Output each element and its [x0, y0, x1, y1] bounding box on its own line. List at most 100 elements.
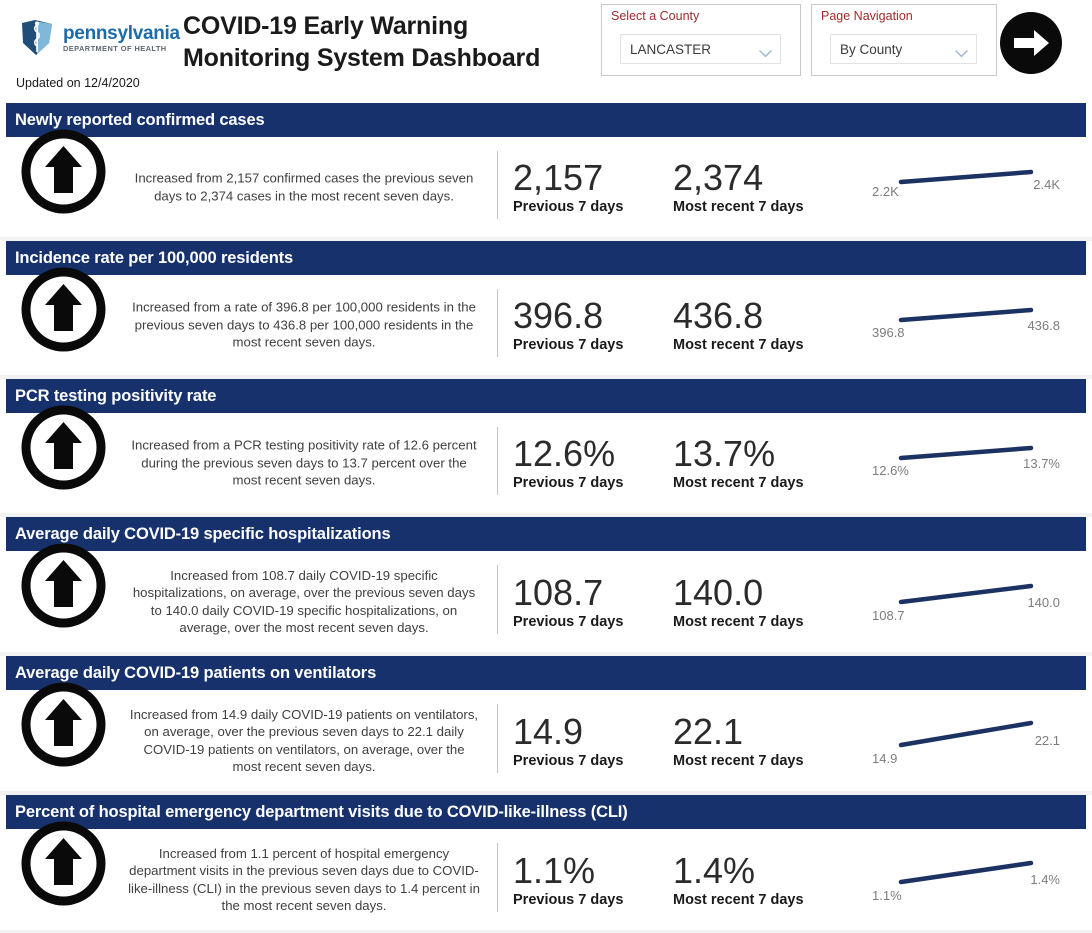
previous-period-stat: 12.6% Previous 7 days [513, 432, 624, 492]
county-select[interactable]: LANCASTER [620, 34, 781, 64]
metric-description: Increased from 1.1 percent of hospital e… [128, 845, 480, 914]
sparkline-end-label: 436.8 [1027, 318, 1060, 333]
metric-card: Percent of hospital emergency department… [0, 795, 1092, 930]
trend-sparkline: 2.2K 2.4K [866, 156, 1066, 218]
recent-period-value: 2,374 [673, 156, 764, 198]
metric-body: Increased from 2,157 confirmed cases the… [0, 129, 1092, 237]
dashboard-header: pennsylvania DEPARTMENT OF HEALTH Update… [0, 0, 1092, 103]
recent-period-value: 140.0 [673, 571, 764, 613]
metric-card: Average daily COVID-19 patients on venti… [0, 656, 1092, 791]
metric-divider [497, 289, 498, 357]
previous-period-value: 396.8 [513, 294, 604, 336]
metric-header-bar: Newly reported confirmed cases [6, 103, 1086, 137]
logo-wordmark: pennsylvania [63, 22, 180, 44]
previous-period-value: 14.9 [513, 710, 584, 752]
next-page-button[interactable] [1000, 12, 1062, 74]
recent-period-stat: 2,374 Most recent 7 days [673, 156, 804, 215]
previous-period-value: 12.6% [513, 432, 616, 474]
sparkline-end-label: 2.4K [1033, 177, 1060, 192]
metric-header-bar: PCR testing positivity rate [6, 379, 1086, 413]
previous-period-label: Previous 7 days [513, 752, 624, 769]
page-navigation-select[interactable]: By County [830, 34, 977, 64]
metric-card: PCR testing positivity rate Increased fr… [0, 379, 1092, 513]
previous-period-value: 108.7 [513, 571, 604, 613]
recent-period-stat: 13.7% Most recent 7 days [673, 432, 804, 492]
previous-period-stat: 2,157 Previous 7 days [513, 156, 624, 216]
previous-period-label: Previous 7 days [513, 199, 624, 216]
metric-header-bar: Percent of hospital emergency department… [6, 795, 1086, 829]
metric-divider [497, 427, 498, 495]
previous-period-value: 2,157 [513, 156, 604, 198]
page-navigation-slicer: Page Navigation By County [811, 4, 997, 76]
metric-description: Increased from 14.9 daily COVID-19 patie… [129, 706, 479, 775]
previous-period-stat: 1.1% Previous 7 days [513, 851, 624, 908]
recent-period-value: 13.7% [673, 432, 776, 474]
page-navigation-label: Page Navigation [821, 9, 913, 23]
metric-card: Average daily COVID-19 specific hospital… [0, 517, 1092, 652]
previous-period-stat: 14.9 Previous 7 days [513, 710, 624, 769]
dashboard-page: pennsylvania DEPARTMENT OF HEALTH Update… [0, 0, 1092, 933]
county-select-value: LANCASTER [630, 41, 712, 57]
sparkline-start-label: 12.6% [872, 463, 909, 478]
sparkline-start-label: 1.1% [872, 887, 902, 903]
metric-header-bar: Average daily COVID-19 patients on venti… [6, 656, 1086, 690]
arrow-up-circle-icon [17, 401, 110, 494]
recent-period-value: 1.4% [673, 849, 756, 891]
metric-body: Increased from a PCR testing positivity … [0, 405, 1092, 513]
metric-header-bar: Average daily COVID-19 specific hospital… [6, 517, 1086, 551]
metric-divider [497, 565, 498, 634]
recent-period-label: Most recent 7 days [673, 475, 804, 492]
chevron-down-icon [954, 45, 969, 57]
page-title: COVID-19 Early Warning Monitoring System… [183, 12, 541, 72]
county-slicer-label: Select a County [611, 9, 700, 23]
metric-card: Incidence rate per 100,000 residents Inc… [0, 241, 1092, 375]
sparkline-start-label: 396.8 [872, 325, 905, 340]
sparkline-end-label: 140.0 [1027, 594, 1060, 610]
chevron-down-icon [758, 45, 773, 57]
metric-divider [497, 704, 498, 773]
recent-period-stat: 436.8 Most recent 7 days [673, 294, 804, 354]
pennsylvania-keystone-icon [16, 18, 58, 58]
sparkline-start-label: 108.7 [872, 607, 905, 623]
metric-description: Increased from 2,157 confirmed cases the… [134, 170, 474, 203]
sparkline-start-label: 2.2K [872, 184, 899, 199]
updated-date: Updated on 12/4/2020 [16, 76, 140, 90]
metric-divider [497, 843, 498, 912]
sparkline-end-label: 13.7% [1023, 456, 1060, 471]
metric-body: Increased from 1.1 percent of hospital e… [0, 821, 1092, 930]
trend-sparkline: 12.6% 13.7% [866, 432, 1066, 494]
recent-period-stat: 22.1 Most recent 7 days [673, 710, 804, 769]
recent-period-label: Most recent 7 days [673, 337, 804, 354]
recent-period-stat: 1.4% Most recent 7 days [673, 849, 804, 908]
previous-period-stat: 108.7 Previous 7 days [513, 571, 624, 630]
sparkline-start-label: 14.9 [872, 750, 898, 766]
metric-header-bar: Incidence rate per 100,000 residents [6, 241, 1086, 275]
recent-period-label: Most recent 7 days [673, 891, 804, 908]
logo-subtitle: DEPARTMENT OF HEALTH [63, 43, 167, 53]
trend-sparkline: 1.1% 1.4% [866, 849, 1066, 911]
trend-sparkline: 108.7 140.0 [866, 571, 1066, 633]
previous-period-label: Previous 7 days [513, 613, 624, 630]
recent-period-value: 22.1 [673, 710, 744, 752]
previous-period-stat: 396.8 Previous 7 days [513, 294, 623, 353]
arrow-up-circle-icon [17, 678, 110, 771]
sparkline-end-label: 1.4% [1030, 871, 1060, 887]
recent-period-stat: 140.0 Most recent 7 days [673, 571, 804, 630]
county-slicer: Select a County LANCASTER [601, 4, 801, 76]
metric-body: Increased from 108.7 daily COVID-19 spec… [0, 543, 1092, 652]
pa-doh-logo: pennsylvania DEPARTMENT OF HEALTH [16, 18, 186, 58]
previous-period-label: Previous 7 days [513, 475, 624, 492]
recent-period-label: Most recent 7 days [673, 752, 804, 769]
metric-body: Increased from a rate of 396.8 per 100,0… [0, 267, 1092, 375]
previous-period-label: Previous 7 days [513, 891, 624, 908]
metric-body: Increased from 14.9 daily COVID-19 patie… [0, 682, 1092, 791]
recent-period-value: 436.8 [673, 294, 764, 336]
page-navigation-value: By County [840, 41, 903, 57]
sparkline-end-label: 22.1 [1034, 732, 1060, 748]
arrow-up-circle-icon [17, 539, 110, 632]
arrow-up-circle-icon [17, 263, 110, 356]
trend-sparkline: 396.8 436.8 [866, 294, 1066, 356]
metric-description: Increased from a PCR testing positivity … [131, 437, 477, 488]
trend-sparkline: 14.9 22.1 [866, 710, 1066, 772]
arrow-up-circle-icon [17, 125, 110, 218]
